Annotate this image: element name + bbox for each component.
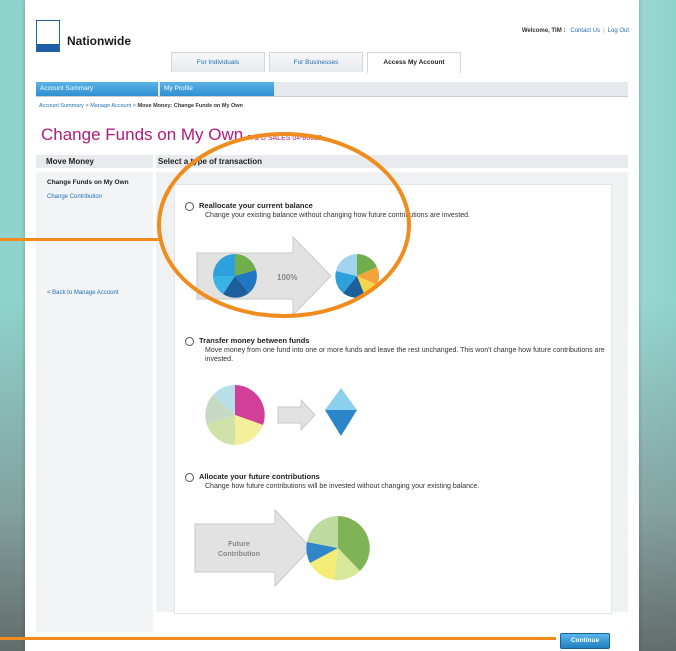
back-to-manage-account-link[interactable]: < Back to Manage Account: [47, 290, 119, 296]
contact-us-link[interactable]: Contact Us: [570, 28, 600, 34]
option-title: Transfer money between funds: [199, 336, 310, 345]
allocate-future-radio[interactable]: [185, 473, 194, 482]
breadcrumb: Account Summary > Manage Account > Move …: [39, 103, 243, 109]
welcome-text: Welcome, TIM :: [521, 28, 566, 34]
option-allocate-future: Allocate your future contributions Chang…: [185, 472, 605, 588]
sidebar-item-change-funds[interactable]: Change Funds on My Own: [47, 179, 129, 186]
option-title: Allocate your future contributions: [199, 472, 320, 481]
sidebar-item-change-contribution[interactable]: Change Contribution: [47, 194, 102, 200]
arrow-label: Future: [228, 541, 250, 548]
account-navbar: Account Summary My Profile: [36, 82, 628, 97]
left-heading: Move Money: [36, 155, 153, 168]
page-title-text: Change Funds on My Own: [41, 125, 244, 144]
breadcrumb-current: Move Money: Change Funds on My Own: [137, 103, 243, 109]
tab-for-individuals[interactable]: For Individuals: [171, 52, 265, 72]
page-container: Nationwide Welcome, TIM : Contact Us | Log…: [25, 0, 639, 651]
option-description: Change how future contributions will be …: [205, 483, 480, 490]
option-description: Move money from one fund into one or mor…: [205, 347, 605, 363]
breadcrumb-manage-account[interactable]: Manage Account: [90, 103, 131, 109]
nav-account-summary[interactable]: Account Summary: [36, 82, 158, 96]
breadcrumb-account-summary[interactable]: Account Summary: [39, 103, 84, 109]
option-transfer: Transfer money between funds Move money …: [185, 336, 605, 446]
breadcrumb-separator: >: [132, 103, 136, 109]
future-contribution-illustration: Future Contribution: [194, 508, 370, 588]
welcome-bar: Welcome, TIM : Contact Us | Log Out: [521, 28, 629, 34]
transfer-radio[interactable]: [185, 337, 194, 346]
callout-line-top: [0, 238, 160, 241]
highlight-circle: [157, 132, 411, 318]
tab-for-businesses[interactable]: For Businesses: [269, 52, 363, 72]
callout-line-bottom: [0, 637, 556, 640]
nav-my-profile[interactable]: My Profile: [160, 82, 274, 96]
breadcrumb-separator: >: [85, 103, 89, 109]
transfer-illustration: [205, 385, 357, 445]
nationwide-logo-icon[interactable]: [36, 20, 60, 52]
continue-button[interactable]: Continue: [560, 633, 610, 649]
log-out-link[interactable]: Log Out: [608, 28, 629, 34]
tab-access-my-account[interactable]: Access My Account: [367, 52, 461, 73]
brand-name: Nationwide: [67, 34, 132, 48]
arrow-label: Contribution: [218, 551, 260, 558]
left-sidebar: Change Funds on My Own Change Contributi…: [36, 172, 153, 632]
